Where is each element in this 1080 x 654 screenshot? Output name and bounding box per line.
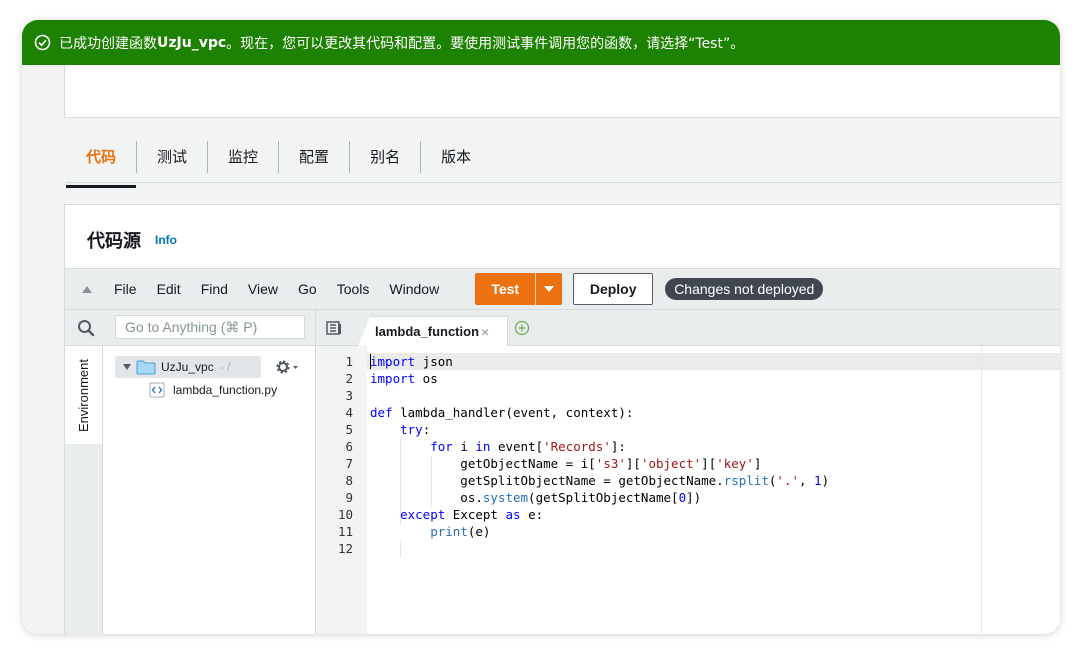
code-file-icon <box>149 382 165 398</box>
line-number: 10 <box>337 507 353 522</box>
check-circle-icon <box>34 34 51 51</box>
line-number: 7 <box>345 456 353 471</box>
code-line: def lambda_handler(event, context): <box>370 405 634 420</box>
file-tree-item-label: lambda_function.py <box>173 383 278 397</box>
file-tree-item[interactable]: lambda_function.py <box>149 382 277 398</box>
menu-view[interactable]: View <box>248 281 278 297</box>
button-split-divider <box>535 273 537 305</box>
tab-test[interactable]: 测试 <box>137 141 207 173</box>
status-badge: Changes not deployed <box>665 278 824 300</box>
menu-window[interactable]: Window <box>389 281 439 297</box>
window-frame: 已成功创建函数 UzJu_vpc 。现在，您可以更改其代码和配置。要使用测试事件调… <box>22 20 1060 634</box>
code-area[interactable]: import json import os def lambda_handler(e… <box>367 346 1060 634</box>
tab-monitor[interactable]: 监控 <box>208 141 278 173</box>
line-number: 11 <box>337 524 353 539</box>
search-icon <box>77 319 95 337</box>
editor-tab-label: lambda_function <box>375 324 480 339</box>
file-tree-root-path: - / <box>219 360 231 374</box>
function-overview-panel <box>64 65 1060 118</box>
menu-find[interactable]: Find <box>201 281 228 297</box>
print-margin <box>981 346 982 634</box>
code-line: print(e) <box>430 524 491 539</box>
collapse-up-icon[interactable] <box>82 285 92 293</box>
gear-icon[interactable] <box>275 359 301 375</box>
code-line: for i in event['Records']: <box>430 439 626 454</box>
menu-edit[interactable]: Edit <box>157 281 181 297</box>
test-button[interactable]: Test <box>475 273 563 305</box>
caret-down-icon[interactable] <box>536 273 562 305</box>
tab-aliases[interactable]: 别名 <box>350 141 420 173</box>
active-line-highlight <box>367 353 1060 370</box>
tab-versions[interactable]: 版本 <box>421 141 491 173</box>
environment-tab-label: Environment <box>76 358 92 432</box>
function-tabs: 代码 测试 监控 配置 别名 版本 <box>66 132 1060 188</box>
search-input[interactable] <box>115 315 305 339</box>
line-number: 9 <box>345 490 353 505</box>
file-tree-root[interactable]: UzJu_vpc - / <box>115 356 261 378</box>
add-tab-icon[interactable] <box>514 320 530 336</box>
info-link[interactable]: Info <box>155 233 177 247</box>
line-number: 1 <box>345 354 353 369</box>
menu-tools[interactable]: Tools <box>337 281 370 297</box>
banner-suffix: 。现在，您可以更改其代码和配置。要使用测试事件调用您的函数，请选择“Test”。 <box>226 35 745 52</box>
search-bar <box>65 310 315 346</box>
cloud9-ide: File Edit Find View Go Tools Window Test… <box>65 268 1060 634</box>
banner-prefix: 已成功创建函数 <box>59 35 157 52</box>
tab-code[interactable]: 代码 <box>66 141 137 188</box>
editor-tab[interactable]: lambda_function × <box>358 316 508 346</box>
code-editor: lambda_function × 1 2 3 4 5 6 7 8 9 10 11 12 import <box>316 310 1060 634</box>
menu-file[interactable]: File <box>114 281 137 297</box>
line-number: 5 <box>345 422 353 437</box>
line-number: 12 <box>337 541 353 556</box>
code-line: getSplitObjectName = getObjectName.rspli… <box>370 473 830 488</box>
line-number: 6 <box>345 439 353 454</box>
success-banner: 已成功创建函数 UzJu_vpc 。现在，您可以更改其代码和配置。要使用测试事件调… <box>22 20 1060 65</box>
code-source-panel: 代码源 Info File Edit Find View Go Tools Wi… <box>64 204 1060 634</box>
deploy-button[interactable]: Deploy <box>573 273 654 305</box>
code-source-title: 代码源 <box>87 231 141 252</box>
test-button-label: Test <box>491 281 520 297</box>
code-line: getObjectName = i['s3']['object']['key'] <box>370 456 762 471</box>
line-number: 8 <box>345 473 353 488</box>
file-list-icon[interactable] <box>326 321 342 335</box>
close-icon[interactable]: × <box>481 324 489 340</box>
folder-icon <box>136 360 156 375</box>
file-tree-root-name: UzJu_vpc <box>161 360 214 374</box>
indent-guide <box>400 541 401 558</box>
menu-go[interactable]: Go <box>298 281 317 297</box>
code-line: try: <box>400 422 431 437</box>
line-number: 3 <box>345 388 353 403</box>
code-line: os.system(getSplitObjectName[0]) <box>370 490 702 505</box>
code-line: import os <box>370 371 438 386</box>
caret-down-icon[interactable] <box>123 364 131 370</box>
line-gutter: 1 2 3 4 5 6 7 8 9 10 11 12 <box>316 346 367 634</box>
editor-tabbar: lambda_function × <box>316 310 1060 346</box>
environment-strip: Environment <box>65 346 103 634</box>
environment-tab[interactable]: Environment <box>65 346 102 444</box>
code-line: except Except as e: <box>400 507 544 522</box>
code-line: import json <box>370 354 453 369</box>
tab-configuration[interactable]: 配置 <box>279 141 349 173</box>
line-number: 2 <box>345 371 353 386</box>
ide-sidebar: Environment UzJu_vpc - / <box>65 310 316 634</box>
banner-function-name: UzJu_vpc <box>157 34 227 51</box>
ide-menubar: File Edit Find View Go Tools Window Test… <box>65 268 1060 310</box>
line-number: 4 <box>345 405 353 420</box>
